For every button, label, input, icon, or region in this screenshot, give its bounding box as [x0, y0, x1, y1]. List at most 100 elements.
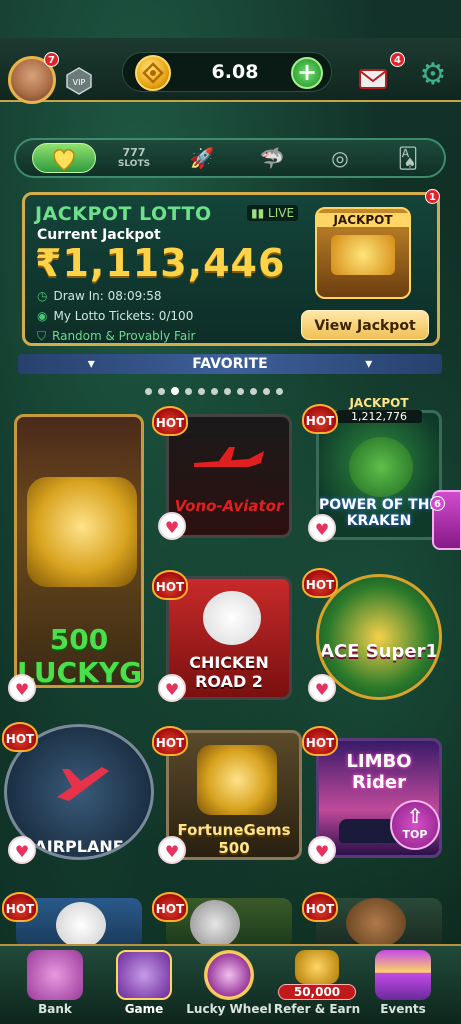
favorite-heart-icon[interactable]: ♥ — [308, 674, 336, 702]
slots-icon: 777 — [122, 146, 146, 159]
game-name: FortuneGems 500 — [177, 821, 291, 857]
favorite-heart-icon[interactable]: ♥ — [158, 512, 186, 540]
refer-badge: 50,000 — [278, 984, 356, 1000]
nav-label: Game — [124, 1002, 164, 1016]
tab-fishing[interactable]: 🦈 — [246, 143, 298, 173]
plane-icon — [189, 445, 269, 479]
ticket-icon: ◉ — [37, 309, 48, 323]
tickets-line: ◉ My Lotto Tickets: 0/100 — [37, 309, 193, 323]
add-funds-button[interactable]: + — [291, 57, 323, 89]
carousel-dot[interactable] — [185, 388, 192, 395]
arrow-up-icon: ⇧ — [406, 804, 424, 828]
game-name: CHICKEN ROAD 2 — [189, 653, 269, 691]
wheel-icon — [204, 950, 254, 1000]
heart-icon — [53, 149, 75, 171]
game-name: ACE Super1 — [320, 641, 438, 662]
chicken-icon — [203, 591, 261, 645]
carousel-dot[interactable] — [276, 388, 283, 395]
favorite-heart-icon[interactable]: ♥ — [158, 836, 186, 864]
category-tabs: 777 SLOTS 🚀 🦈 ◎ 🂡 — [14, 138, 446, 178]
view-jackpot-button[interactable]: View Jackpot — [301, 310, 429, 340]
nav-label: Lucky Wheel — [186, 1002, 272, 1016]
favorite-heart-icon[interactable]: ♥ — [8, 836, 36, 864]
jackpot-lotto-panel[interactable]: JACKPOT LOTTO ▮▮ LIVE Current Jackpot ₹1… — [22, 189, 440, 346]
balance-box: 6.08 + — [122, 52, 332, 92]
balance-amount: 6.08 — [211, 61, 259, 83]
carousel-dot[interactable] — [158, 388, 165, 395]
fair-text: Random & Provably Fair — [52, 329, 196, 343]
hot-badge: HOT — [302, 568, 338, 598]
scroll-top-button[interactable]: ⇧ TOP — [390, 800, 440, 850]
coin-icon — [135, 55, 171, 91]
kraken-jackpot-value: 1,212,776 — [336, 410, 422, 423]
nav-label: Bank — [38, 1002, 72, 1016]
shield-icon: ⛉ — [37, 329, 47, 343]
favorite-heart-icon[interactable]: ♥ — [308, 514, 336, 542]
chest-label: JACKPOT — [317, 213, 409, 227]
carousel-dot[interactable] — [250, 388, 257, 395]
carousel-dots — [145, 380, 289, 395]
carousel-dot[interactable] — [198, 388, 205, 395]
carousel-dot[interactable] — [211, 388, 218, 395]
rocket-icon: 🚀 — [189, 146, 215, 170]
gear-icon[interactable]: ⚙ — [416, 58, 450, 92]
refer-icon — [295, 950, 339, 984]
carousel-dot[interactable] — [171, 387, 179, 395]
jet-icon — [47, 757, 117, 807]
nav-events[interactable]: Events — [358, 950, 448, 1016]
rooster-icon — [56, 902, 106, 948]
nav-refer-earn[interactable]: 50,000 Refer & Earn — [272, 950, 362, 1016]
tab-slots[interactable]: 777 SLOTS — [102, 143, 166, 173]
jackpot-machine-icon[interactable]: JACKPOT — [315, 207, 411, 299]
jackpot-title: JACKPOT LOTTO — [35, 203, 212, 225]
tab-roulette[interactable]: ◎ — [314, 143, 366, 173]
hot-badge: HOT — [152, 570, 188, 600]
tab-favorite[interactable] — [32, 143, 96, 173]
tab-cards[interactable]: 🂡 — [382, 143, 434, 173]
bank-icon — [27, 950, 83, 1000]
monkey-icon — [346, 898, 406, 948]
mail-icon[interactable] — [357, 62, 391, 92]
game-tile-vono-aviator[interactable]: Vono-Aviator — [166, 414, 292, 538]
bottom-nav: Bank Game Lucky Wheel 50,000 Refer & Ear… — [0, 944, 461, 1024]
hot-badge: HOT — [152, 892, 188, 922]
tab-crash[interactable]: 🚀 — [176, 143, 228, 173]
hot-badge: HOT — [2, 892, 38, 922]
carousel-dot[interactable] — [237, 388, 244, 395]
slot-machine-icon — [116, 950, 172, 1000]
golden-idol-icon — [197, 745, 277, 815]
live-label: LIVE — [268, 206, 295, 220]
side-drawer-tab[interactable]: 6 — [430, 490, 461, 550]
favorite-heart-icon[interactable]: ♥ — [308, 836, 336, 864]
draw-in-line: ◷ Draw In: 08:09:58 — [37, 289, 162, 303]
favorite-header: ▾ FAVORITE ▾ — [18, 354, 442, 374]
carousel-dot[interactable] — [263, 388, 270, 395]
carousel-dot[interactable] — [145, 388, 152, 395]
nav-bank[interactable]: Bank — [10, 950, 100, 1016]
tab-slots-label: SLOTS — [117, 159, 151, 169]
game-name: POWER OF THE KRAKEN — [319, 497, 439, 529]
game-name: 500 LUCKYGEMS — [17, 623, 143, 688]
carousel-dot[interactable] — [224, 388, 231, 395]
hot-badge: HOT — [302, 404, 338, 434]
game-tile-kraken[interactable]: POWER OF THE KRAKEN — [316, 410, 442, 540]
game-tile-lucky-gems[interactable]: 500 LUCKYGEMS — [14, 414, 144, 688]
favorite-heart-icon[interactable]: ♥ — [158, 674, 186, 702]
shark-icon: 🦈 — [259, 146, 285, 170]
nav-game[interactable]: Game — [99, 950, 189, 1016]
side-badge: 6 — [430, 496, 445, 511]
nav-lucky-wheel[interactable]: Lucky Wheel — [184, 950, 274, 1016]
jackpot-badge: 1 — [425, 189, 440, 204]
favorite-label: FAVORITE — [192, 356, 268, 372]
golden-mask-icon — [27, 477, 137, 587]
favorite-heart-icon[interactable]: ♥ — [8, 674, 36, 702]
game-name: Vono-Aviator — [174, 497, 284, 515]
cards-icon: 🂡 — [397, 146, 419, 170]
hot-badge: HOT — [2, 722, 38, 752]
jackpot-amount: ₹1,113,446 — [35, 241, 286, 285]
nav-label: Events — [380, 1002, 426, 1016]
nav-label: Refer & Earn — [273, 1002, 361, 1016]
top-bar: 7 VIP 6.08 + 4 ⚙ — [0, 38, 461, 104]
hot-badge: HOT — [152, 406, 188, 436]
vip-badge-icon[interactable]: VIP — [64, 66, 94, 96]
